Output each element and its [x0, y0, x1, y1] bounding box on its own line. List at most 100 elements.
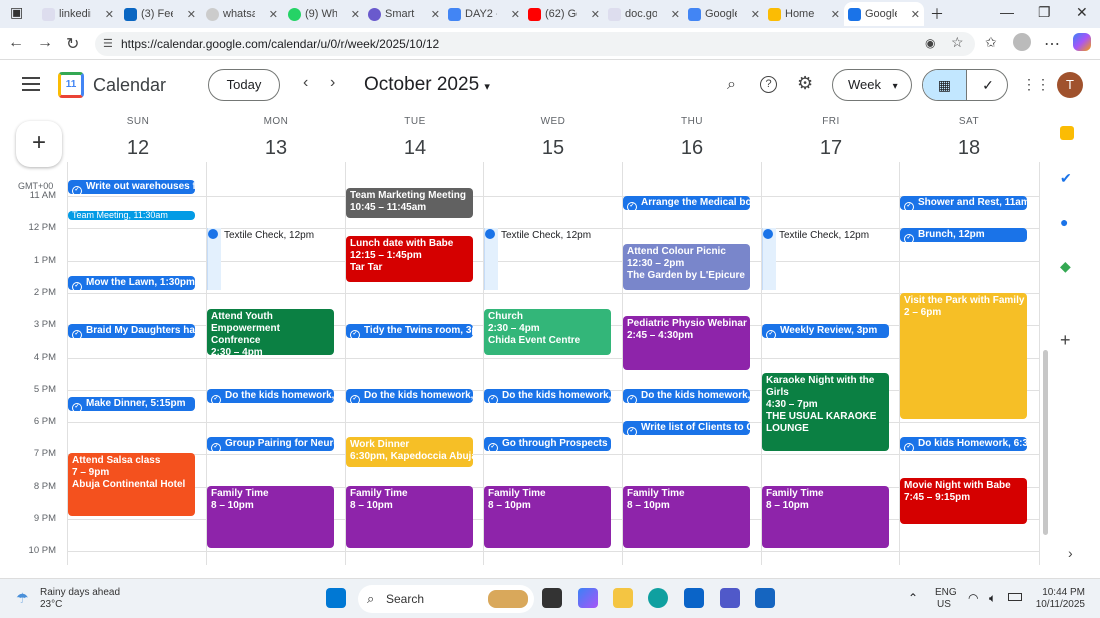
- event-block[interactable]: Pediatric Physio Webinar 2:45 – 4:30pm: [623, 316, 750, 370]
- close-icon[interactable]: ✕: [591, 8, 600, 21]
- tab-day2[interactable]: DAY2 - ✕: [444, 2, 524, 26]
- bookmark-star-icon[interactable]: ☆: [951, 34, 964, 51]
- favorites-icon[interactable]: ✩: [985, 34, 997, 51]
- day-header-fri[interactable]: FRI 17: [762, 116, 900, 160]
- event-block[interactable]: Family Time 8 – 10pm: [484, 486, 611, 548]
- close-icon[interactable]: ✕: [351, 8, 360, 21]
- back-icon[interactable]: ←: [8, 34, 24, 52]
- task-chip[interactable]: ✓ Do the kids homework,: [207, 389, 334, 403]
- minimize-icon[interactable]: —: [1000, 4, 1014, 20]
- restore-icon[interactable]: ❐: [1038, 4, 1051, 21]
- vertical-scrollbar[interactable]: [1043, 350, 1048, 535]
- tab-google-docs[interactable]: Google ✕: [684, 2, 764, 26]
- mail-icon[interactable]: [684, 588, 704, 608]
- task-chip[interactable]: ✓ Group Pairing for Neuro: [207, 437, 334, 451]
- task-chip[interactable]: ✓ Write out warehouses fo: [68, 180, 195, 194]
- copilot-taskbar-icon[interactable]: [578, 588, 598, 608]
- forward-icon[interactable]: →: [37, 34, 53, 52]
- windows-start-icon[interactable]: [326, 588, 346, 608]
- close-icon[interactable]: ✕: [751, 8, 760, 21]
- tab-whatsapp-search[interactable]: whatsapp✕: [202, 2, 282, 26]
- reload-icon[interactable]: ↻: [66, 34, 79, 54]
- close-icon[interactable]: ✕: [511, 8, 520, 21]
- more-icon[interactable]: ⋯: [1044, 34, 1060, 54]
- event-block[interactable]: Attend Youth Empowerment Confrence 2:30 –…: [207, 309, 334, 355]
- task-chip[interactable]: ✓ Do kids Homework, 6:30: [900, 437, 1027, 451]
- event-chip[interactable]: Textile Check, 12pm: [763, 229, 869, 241]
- event-block[interactable]: Team Marketing Meeting 10:45 – 11:45am: [346, 188, 473, 218]
- tab-smart[interactable]: Smart ✕: [364, 2, 444, 26]
- event-block[interactable]: Family Time 8 – 10pm: [762, 486, 889, 548]
- event-block[interactable]: Family Time 8 – 10pm: [623, 486, 750, 548]
- day-header-mon[interactable]: MON 13: [207, 116, 345, 160]
- tab-actions-icon[interactable]: ▣: [10, 4, 23, 21]
- site-info-icon[interactable]: ☰: [103, 32, 113, 56]
- apps-grid-icon[interactable]: ⋮⋮: [1022, 76, 1050, 93]
- previous-week-icon[interactable]: ‹: [303, 74, 308, 92]
- create-button[interactable]: +: [16, 121, 62, 167]
- event-block[interactable]: Lunch date with Babe 12:15 – 1:45pm Tar Ta…: [346, 236, 473, 282]
- day-header-tue[interactable]: TUE 14: [346, 116, 484, 160]
- task-chip[interactable]: ✓ Write list of Clients to C: [623, 421, 750, 435]
- edge-browser-icon[interactable]: [648, 588, 668, 608]
- event-block[interactable]: Attend Salsa class 7 – 9pm Abuja Continent…: [68, 453, 195, 516]
- next-week-icon[interactable]: ›: [330, 74, 335, 92]
- tab-linkedin-search[interactable]: linkedin✕: [38, 2, 118, 26]
- app-icon[interactable]: [755, 588, 775, 608]
- taskbar-search[interactable]: ⌕ Search: [358, 585, 534, 613]
- weather-widget[interactable]: Rainy days ahead 23°C: [40, 587, 120, 611]
- task-chip[interactable]: ✓ Go through Prospects le: [484, 437, 611, 451]
- task-chip[interactable]: ✓ Do the kids homework,: [623, 389, 750, 403]
- task-chip[interactable]: ✓ Weekly Review, 3pm: [762, 324, 889, 338]
- keep-icon[interactable]: [1060, 126, 1074, 140]
- close-icon[interactable]: ✕: [671, 8, 680, 21]
- account-avatar[interactable]: T: [1057, 72, 1083, 98]
- month-label[interactable]: October 2025 ▾: [364, 74, 490, 96]
- url-field[interactable]: ☰ https://calendar.google.com/calendar/u/…: [95, 32, 975, 56]
- event-block[interactable]: Family Time 8 – 10pm: [346, 486, 473, 548]
- close-icon[interactable]: ✕: [105, 8, 114, 21]
- battery-icon[interactable]: [1008, 593, 1022, 601]
- tasks-view-icon[interactable]: ✓: [966, 70, 1007, 100]
- event-block[interactable]: Work Dinner 6:30pm, Kapedoccia Abuja: [346, 437, 473, 467]
- weather-icon[interactable]: ☂: [16, 590, 29, 607]
- tray-expand-icon[interactable]: ⌃: [908, 591, 918, 605]
- volume-icon[interactable]: 🔈︎: [989, 591, 996, 606]
- tasks-icon[interactable]: ✔: [1060, 170, 1072, 187]
- main-menu-icon[interactable]: [22, 77, 40, 91]
- day-header-sat[interactable]: SAT 18: [900, 116, 1038, 160]
- task-chip[interactable]: ✓ Arrange the Medical bo: [623, 196, 750, 210]
- tab-drive-home[interactable]: Home ✕: [764, 2, 844, 26]
- task-chip[interactable]: ✓ Make Dinner, 5:15pm: [68, 397, 195, 411]
- task-chip[interactable]: ✓ Mow the Lawn, 1:30pm: [68, 276, 195, 290]
- event-block[interactable]: Family Time 8 – 10pm: [207, 486, 334, 548]
- day-header-thu[interactable]: THU 16: [623, 116, 761, 160]
- profile-icon[interactable]: [1013, 33, 1031, 51]
- window-close-icon[interactable]: ✕: [1076, 4, 1088, 21]
- close-icon[interactable]: ✕: [431, 8, 440, 21]
- event-block[interactable]: Karaoke Night with the Girls 4:30 – 7pm TH…: [762, 373, 889, 451]
- view-selector[interactable]: Week ▾: [832, 69, 912, 101]
- task-chip[interactable]: ✓ Brunch, 12pm: [900, 228, 1027, 242]
- task-chip[interactable]: ✓ Do the kids homework,: [346, 389, 473, 403]
- today-button[interactable]: Today: [208, 69, 280, 101]
- tab-google-calendar[interactable]: Google ✕: [844, 2, 924, 26]
- day-header-sun[interactable]: SUN 12: [69, 116, 207, 160]
- close-icon[interactable]: ✕: [911, 8, 920, 21]
- task-chip[interactable]: ✓ Shower and Rest, 11am: [900, 196, 1027, 210]
- system-clock[interactable]: 10:44 PM 10/11/2025: [1035, 587, 1085, 611]
- close-icon[interactable]: ✕: [187, 8, 196, 21]
- new-tab-icon[interactable]: ＋: [930, 4, 944, 24]
- add-addon-icon[interactable]: +: [1060, 330, 1071, 351]
- teams-icon[interactable]: [720, 588, 740, 608]
- calendar-view-icon[interactable]: ▦: [923, 70, 966, 100]
- tab-doc-search[interactable]: doc.go ✕: [604, 2, 684, 26]
- event-chip[interactable]: Textile Check, 12pm: [485, 229, 591, 241]
- tab-youtube[interactable]: (62) Go✕: [524, 2, 604, 26]
- event-block[interactable]: Visit the Park with Family 2 – 6pm: [900, 293, 1027, 419]
- copilot-icon[interactable]: [1073, 33, 1091, 51]
- task-chip[interactable]: ✓ Braid My Daughters hair: [68, 324, 195, 338]
- close-icon[interactable]: ✕: [269, 8, 278, 21]
- close-icon[interactable]: ✕: [831, 8, 840, 21]
- wifi-icon[interactable]: ◠: [968, 591, 978, 605]
